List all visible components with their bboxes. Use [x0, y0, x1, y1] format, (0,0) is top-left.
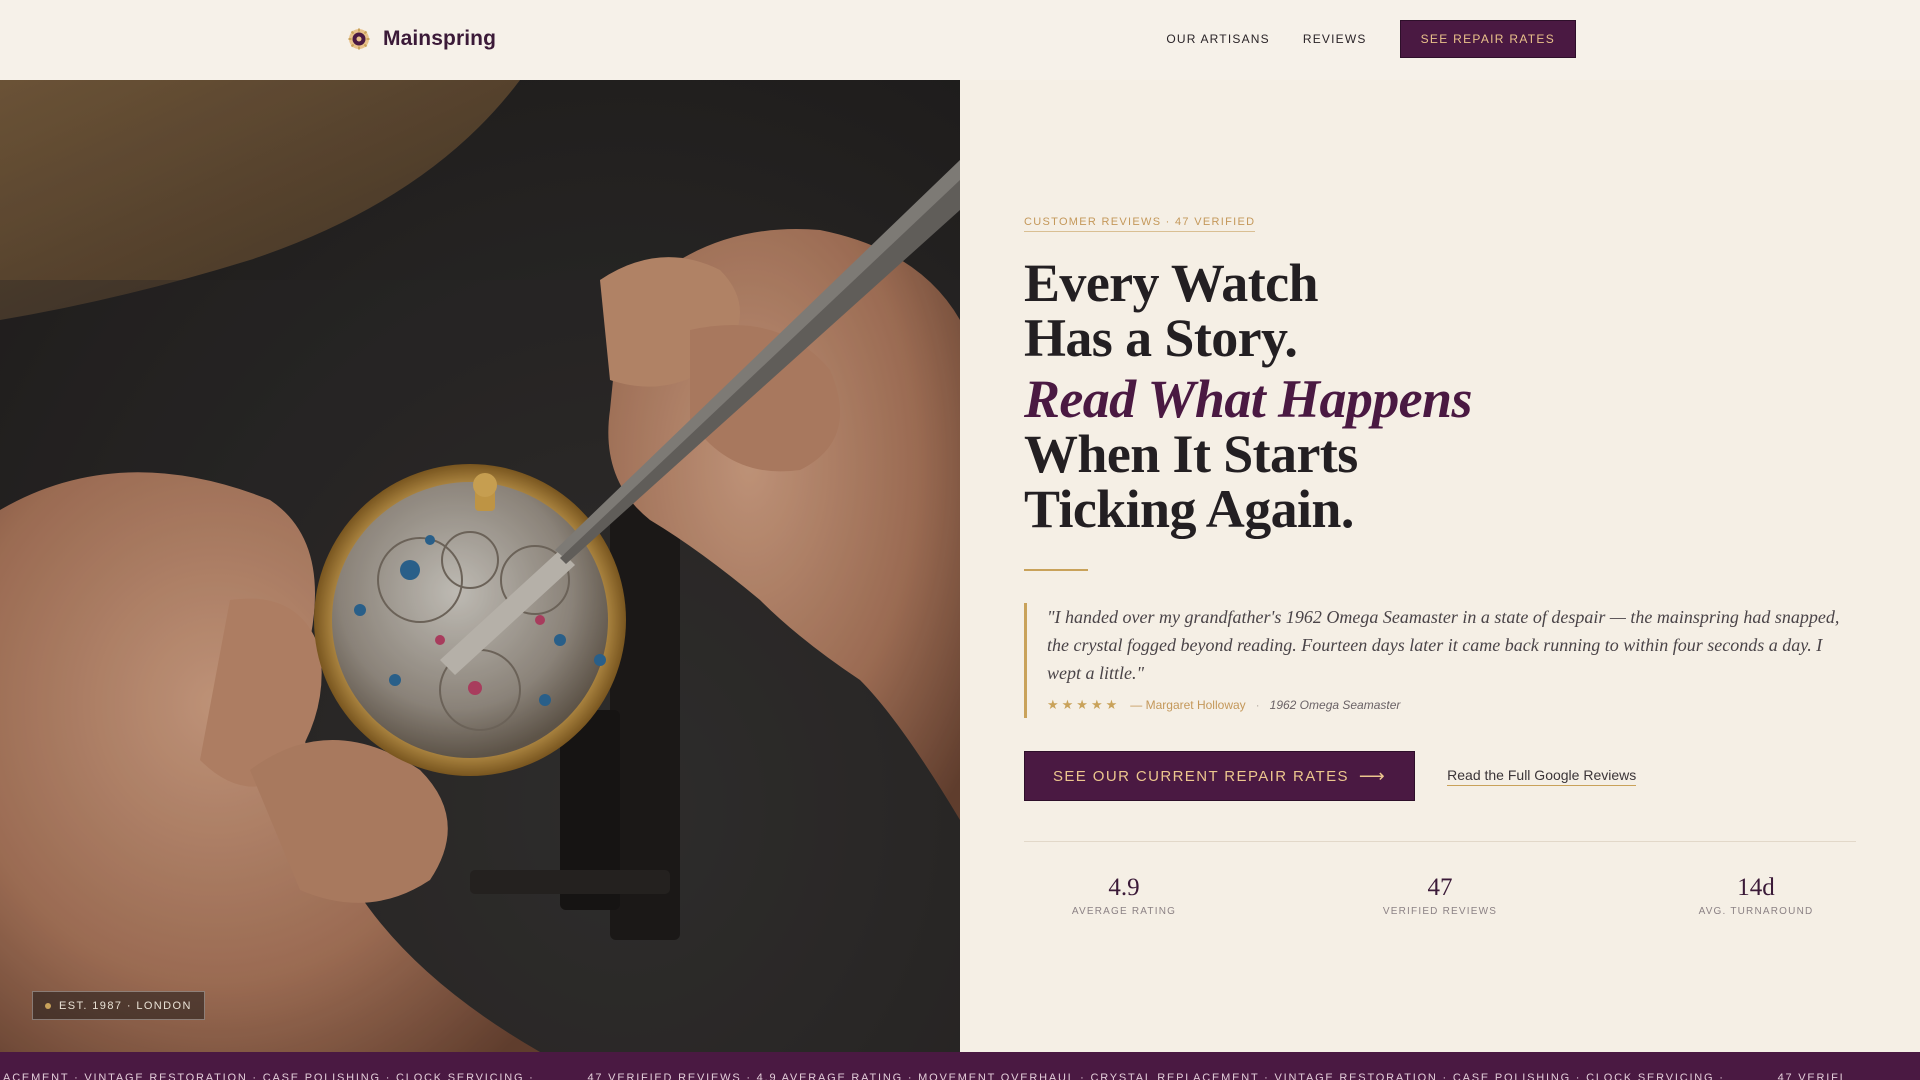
headline-line-2: Has a Story. [1024, 308, 1298, 368]
see-repair-rates-button[interactable]: SEE REPAIR RATES [1399, 20, 1576, 58]
arrow-right-icon: ⟶ [1358, 765, 1387, 786]
marquee-item: 47 VERIFIED REVIEWS · 4.9 AVERAGE RATING… [587, 1072, 1725, 1080]
testimonial-meta: ★★★★★ — Margaret Holloway · 1962 Omega S… [1047, 697, 1856, 713]
eyebrow-label: CUSTOMER REVIEWS · 47 VERIFIED [1024, 216, 1256, 232]
brand[interactable]: Mainspring [347, 22, 496, 56]
marquee-item: PLACEMENT · VINTAGE RESTORATION · CASE P… [0, 1072, 535, 1080]
see-current-repair-rates-button[interactable]: SEE OUR CURRENT REPAIR RATES ⟶ [1024, 751, 1416, 801]
page-title: Every Watch Has a Story. Read What Happe… [1024, 256, 1784, 537]
cta-primary-label: SEE OUR CURRENT REPAIR RATES [1053, 767, 1349, 785]
meta-separator: · [1255, 698, 1260, 712]
stat-average-rating: 4.9 AVERAGE RATING [1024, 874, 1224, 917]
stats-row: 4.9 AVERAGE RATING 47 VERIFIED REVIEWS 1… [1024, 874, 1856, 917]
badge-dot-icon [45, 1002, 51, 1009]
stat-label: AVERAGE RATING [1071, 906, 1177, 917]
testimonial-watch: 1962 Omega Seamaster [1269, 698, 1401, 712]
nav-link-reviews[interactable]: REVIEWS [1303, 32, 1367, 46]
stat-value: 4.9 [1108, 874, 1140, 901]
watch-gear-icon [348, 28, 370, 50]
watchmaker-illustration [0, 80, 960, 1052]
nav-link-our-artisans[interactable]: OUR ARTISANS [1166, 32, 1270, 46]
stat-value: 47 [1427, 874, 1453, 901]
headline-accent: Read What Happens [1024, 369, 1472, 429]
site-header: Mainspring OUR ARTISANS REVIEWS SEE REPA… [0, 0, 1920, 80]
testimonial-text: "I handed over my grandfather's 1962 Ome… [1047, 607, 1840, 683]
headline-line-4: When It Starts [1024, 424, 1358, 484]
hero-image: EST. 1987 · LONDON [0, 80, 960, 1052]
stat-label: VERIFIED REVIEWS [1382, 906, 1498, 917]
brand-name: Mainspring [383, 27, 497, 50]
google-reviews-link[interactable]: Read the Full Google Reviews [1447, 767, 1637, 786]
gold-divider [1024, 569, 1088, 571]
services-marquee: PLACEMENT · VINTAGE RESTORATION · CASE P… [0, 1052, 1920, 1080]
cta-row: SEE OUR CURRENT REPAIR RATES ⟶ Read the … [1024, 751, 1856, 801]
testimonial: "I handed over my grandfather's 1962 Ome… [1024, 603, 1856, 718]
stat-value: 14d [1737, 874, 1775, 901]
est-badge: EST. 1987 · LONDON [32, 991, 205, 1020]
stats-divider [1024, 841, 1856, 842]
stat-turnaround: 14d AVG. TURNAROUND [1656, 874, 1856, 917]
main-nav: OUR ARTISANS REVIEWS SEE REPAIR RATES [1166, 20, 1576, 58]
star-rating-icon: ★★★★★ [1047, 697, 1121, 712]
headline-line-1: Every Watch [1024, 253, 1318, 313]
marquee-track: PLACEMENT · VINTAGE RESTORATION · CASE P… [0, 1072, 1893, 1080]
headline-line-5: Ticking Again. [1024, 479, 1354, 539]
marquee-item: 47 VERIFI [1777, 1072, 1845, 1080]
est-badge-label: EST. 1987 · LONDON [59, 999, 192, 1012]
stat-label: AVG. TURNAROUND [1698, 906, 1814, 917]
stat-verified-reviews: 47 VERIFIED REVIEWS [1340, 874, 1540, 917]
testimonial-author: — Margaret Holloway [1130, 698, 1246, 712]
